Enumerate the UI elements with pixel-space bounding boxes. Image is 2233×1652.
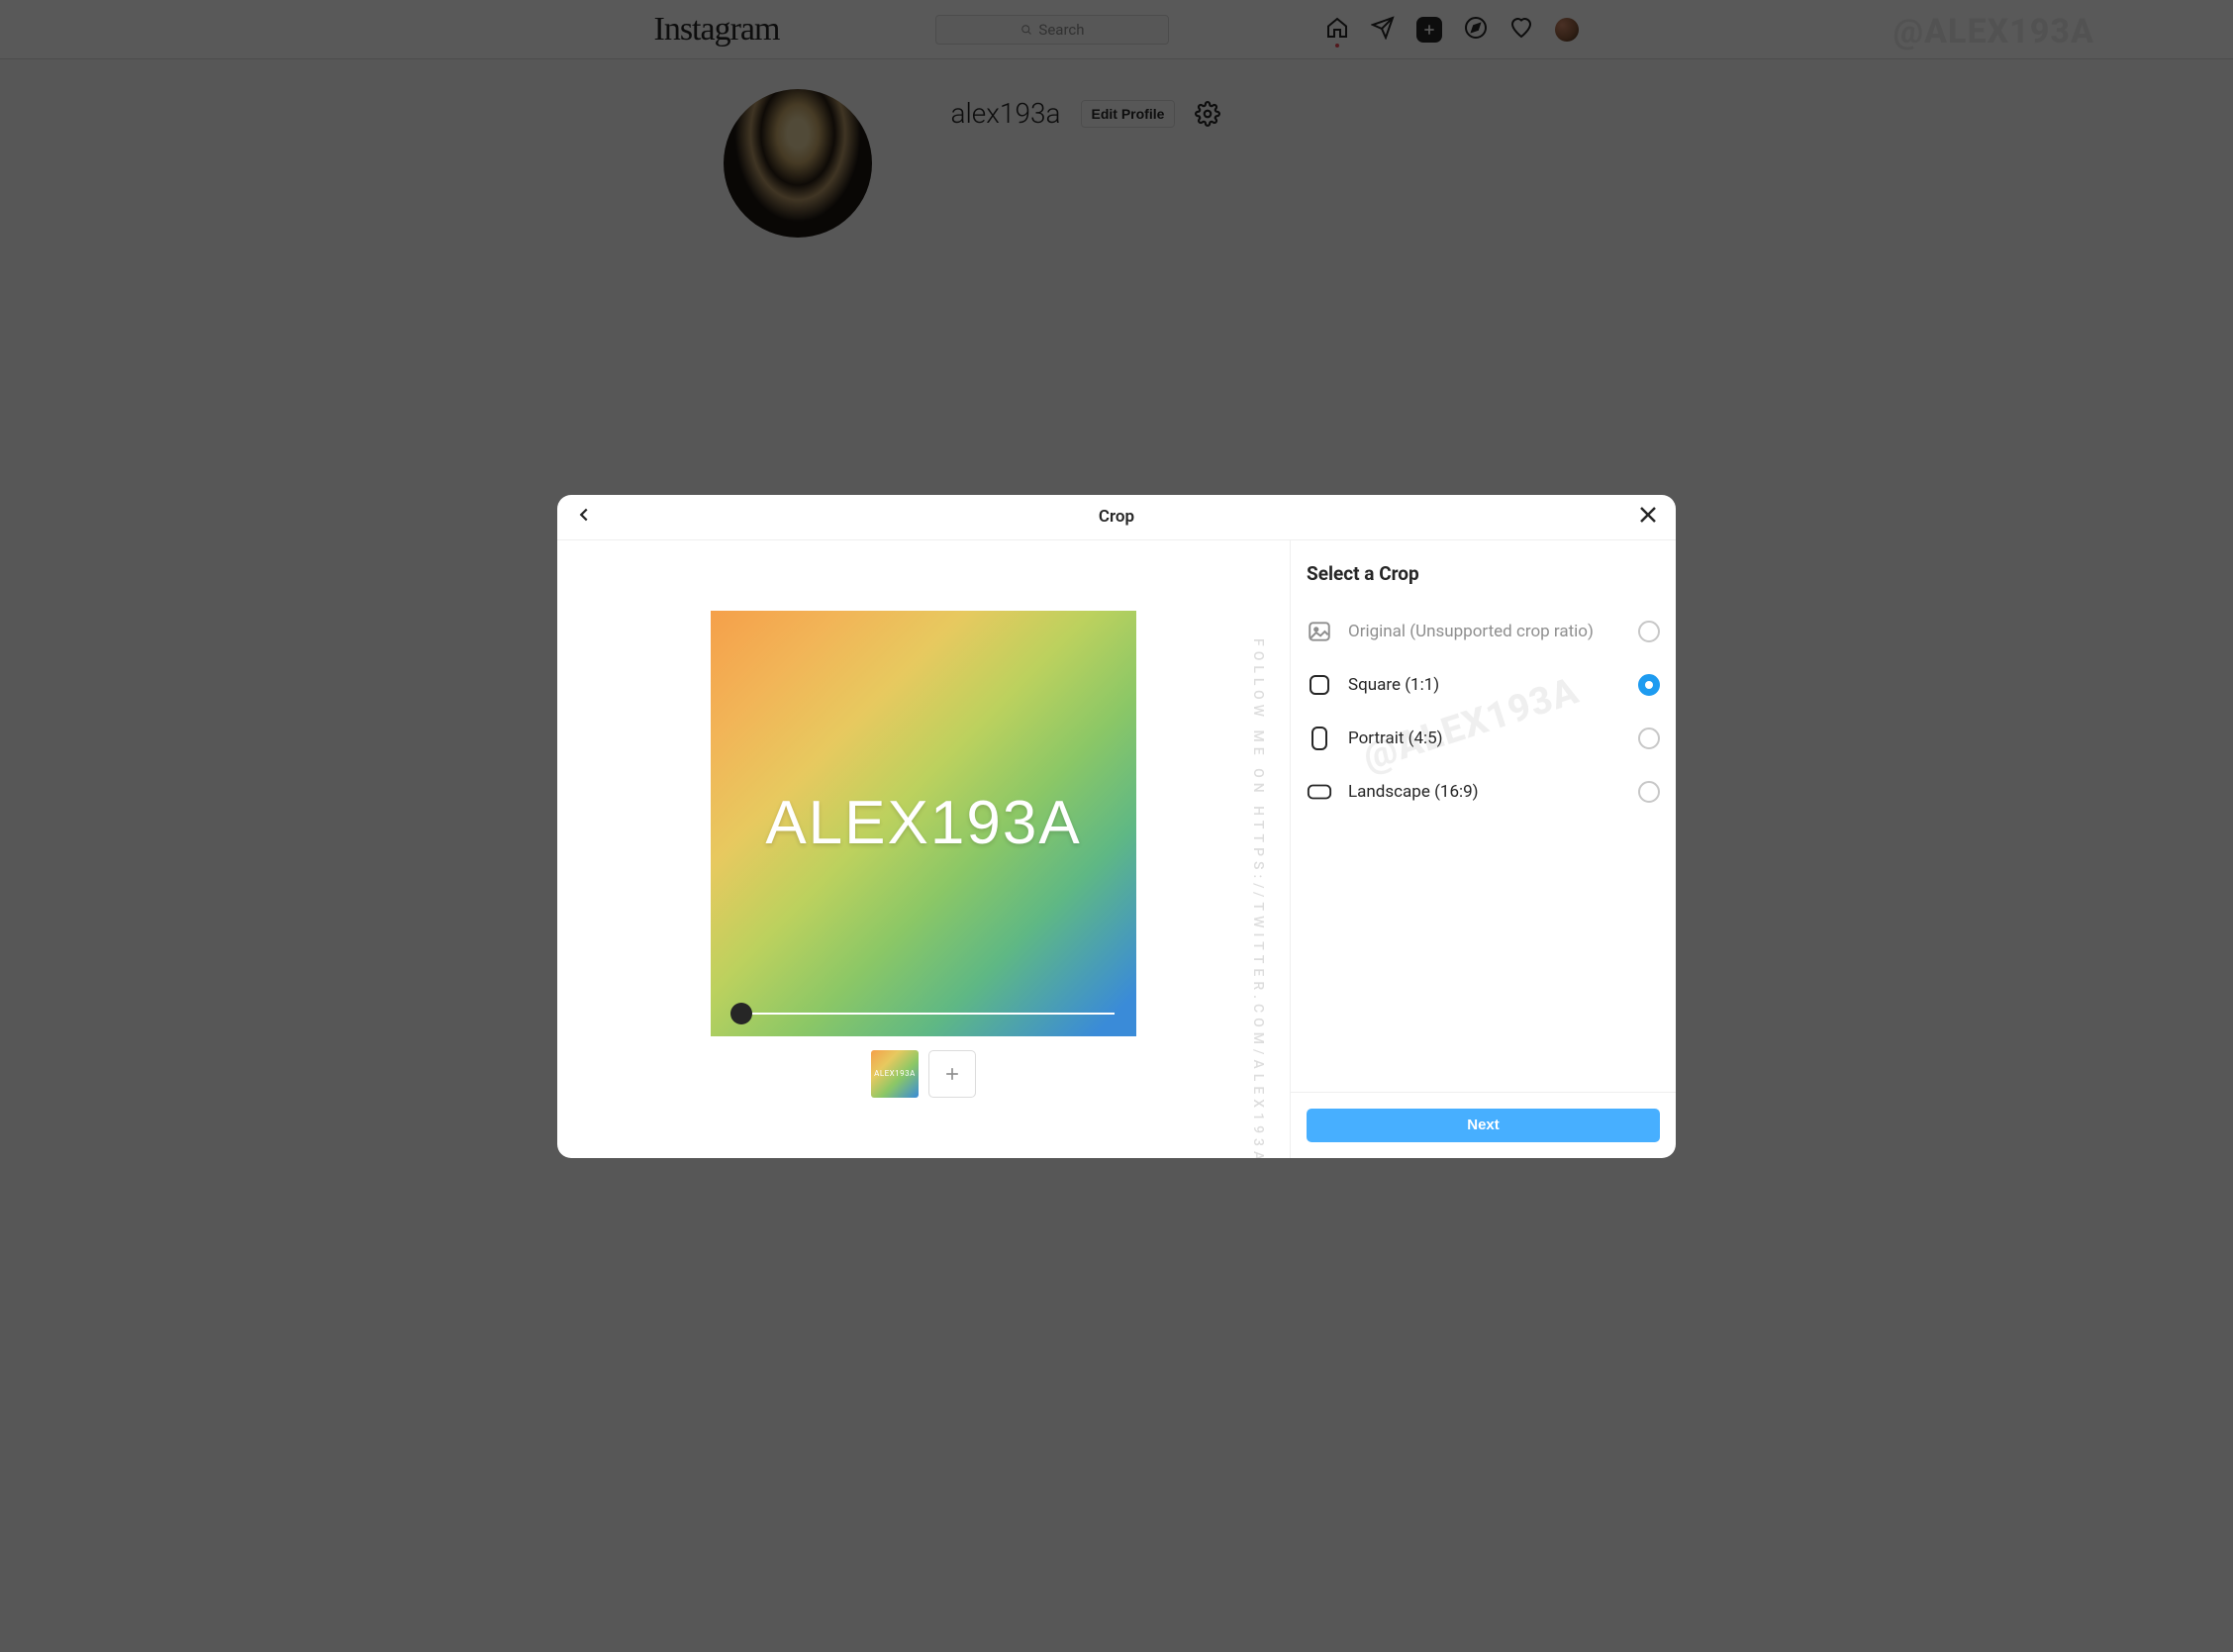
radio-unselected[interactable] [1638,781,1660,803]
zoom-slider[interactable] [732,1013,1115,1015]
preview-image[interactable]: ALEX193A [711,611,1136,1036]
image-icon [1307,619,1332,644]
back-button[interactable] [573,504,595,530]
add-media-button[interactable] [928,1050,976,1098]
crop-modal: Crop ALEX193A ALEX193A [557,495,1676,1158]
crop-option-label: Landscape (16:9) [1348,782,1622,802]
modal-body: ALEX193A ALEX193A Select a Crop [557,540,1676,1158]
preview-image-text: ALEX193A [765,788,1081,858]
watermark-vertical: FOLLOW ME ON HTTPS://TWITTER.COM/ALEX193… [1250,638,1266,1158]
modal-title: Crop [1099,507,1134,527]
square-icon [1307,672,1332,698]
crop-option-original: Original (Unsupported crop ratio) [1307,605,1660,658]
chevron-left-icon [573,504,595,526]
modal-header: Crop [557,495,1676,540]
crop-footer: Next [1291,1092,1676,1158]
portrait-icon [1307,726,1332,751]
crop-option-portrait[interactable]: Portrait (4:5) [1307,712,1660,765]
modal-overlay[interactable]: Crop ALEX193A ALEX193A [0,0,2233,1652]
preview-pane: ALEX193A ALEX193A [557,540,1290,1158]
radio-selected[interactable] [1638,674,1660,696]
crop-option-landscape[interactable]: Landscape (16:9) [1307,765,1660,819]
plus-icon [942,1064,962,1084]
crop-panel-title: Select a Crop [1307,562,1660,585]
crop-panel-body: Select a Crop Original (Unsupported crop… [1291,540,1676,1092]
thumbnail-text: ALEX193A [874,1069,916,1078]
thumbnail-row: ALEX193A [871,1050,976,1098]
crop-option-square[interactable]: Square (1:1) [1307,658,1660,712]
radio-unselected [1638,621,1660,642]
next-button[interactable]: Next [1307,1109,1660,1142]
close-icon [1636,503,1660,527]
crop-option-label: Portrait (4:5) [1348,729,1622,748]
crop-option-label: Original (Unsupported crop ratio) [1348,622,1622,641]
crop-option-label: Square (1:1) [1348,675,1622,695]
landscape-icon [1307,779,1332,805]
radio-unselected[interactable] [1638,728,1660,749]
zoom-slider-thumb[interactable] [730,1003,752,1024]
thumbnail-item[interactable]: ALEX193A [871,1050,919,1098]
crop-panel: Select a Crop Original (Unsupported crop… [1290,540,1676,1158]
close-button[interactable] [1636,503,1660,531]
